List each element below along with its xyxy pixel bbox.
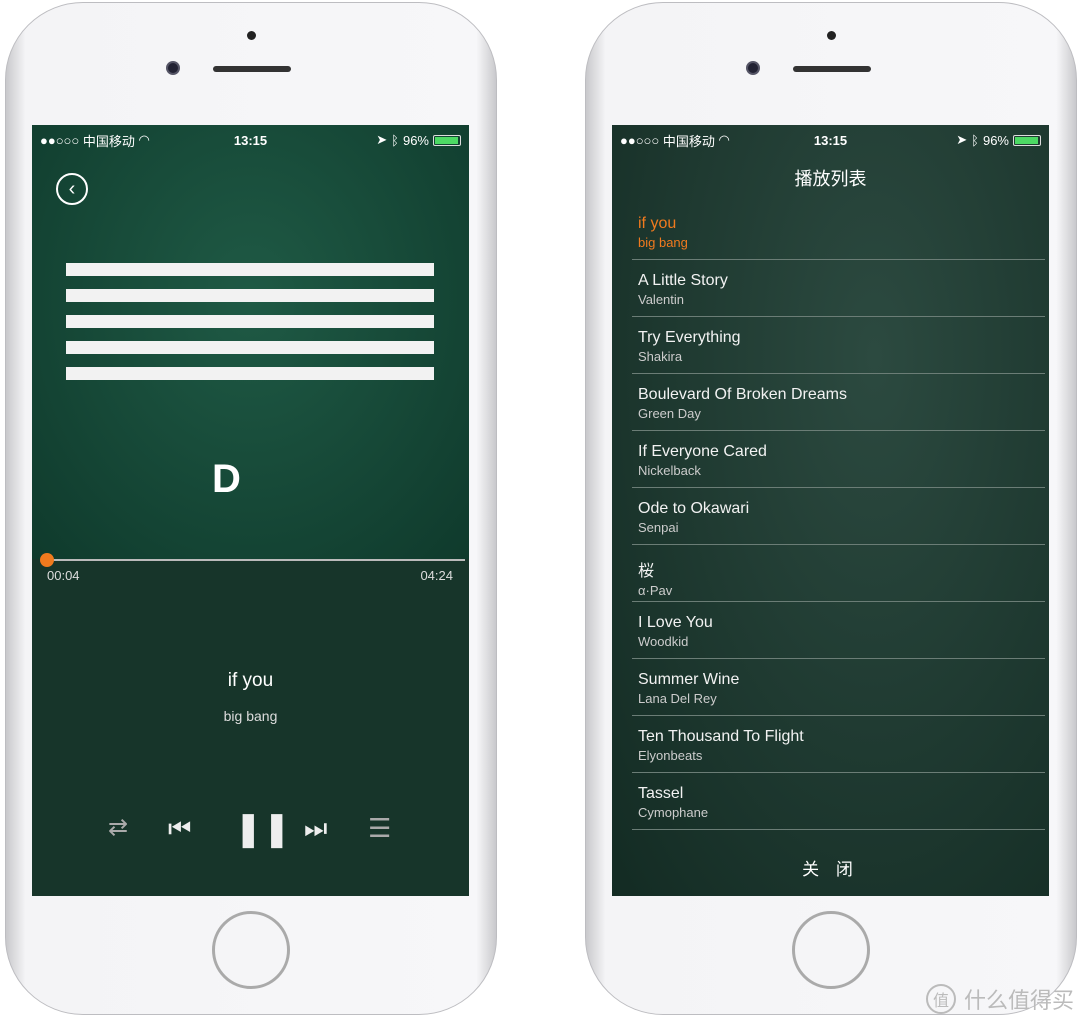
- previous-button[interactable]: ⏮: [168, 813, 191, 845]
- status-bar: ●●○○○ 中国移动 ◠ 13:15 ➤ ᛒ 96%: [612, 125, 1049, 155]
- track-artist: α·Pav: [638, 583, 673, 598]
- battery-percent: 96%: [982, 132, 1009, 148]
- playlist-item[interactable]: If Everyone Cared Nickelback: [632, 431, 1045, 488]
- album-art: D: [32, 125, 469, 559]
- earpiece: [793, 66, 871, 72]
- track-artist: Cymophane: [638, 805, 709, 820]
- album-stripes: [66, 263, 434, 393]
- watermark-text: 什么值得买: [963, 988, 1074, 1013]
- home-button[interactable]: [792, 911, 870, 989]
- playlist-item[interactable]: Tassel Cymophane: [632, 773, 1045, 830]
- carrier: 中国移动: [662, 133, 715, 149]
- location-icon: ➤: [376, 132, 388, 147]
- track-name: 桜: [638, 563, 655, 580]
- wifi-icon: ◠: [138, 132, 150, 147]
- battery-icon: [433, 134, 461, 146]
- front-camera: [166, 61, 180, 75]
- track-artist: Senpai: [638, 520, 679, 535]
- track-name: Ten Thousand To Flight: [638, 728, 804, 745]
- track-name: Boulevard Of Broken Dreams: [638, 386, 847, 403]
- track-artist: big bang: [638, 235, 688, 250]
- earpiece: [213, 66, 291, 72]
- track-name: Summer Wine: [638, 671, 740, 688]
- status-bar: ●●○○○ 中国移动 ◠ 13:15 ➤ ᛒ 96%: [32, 125, 469, 155]
- sensor: [247, 31, 256, 40]
- track-artist: Shakira: [638, 349, 683, 364]
- watermark: 值什么值得买: [925, 983, 1074, 1015]
- back-button[interactable]: ‹: [56, 173, 88, 205]
- playlist-item[interactable]: Summer Wine Lana Del Rey: [632, 659, 1045, 716]
- song-title: if you: [227, 670, 274, 691]
- track-name: Try Everything: [638, 329, 741, 346]
- track-artist: Green Day: [638, 406, 701, 421]
- front-camera: [746, 61, 760, 75]
- sensor: [827, 31, 836, 40]
- track-artist: Lana Del Rey: [638, 691, 717, 706]
- phone-right: ●●○○○ 中国移动 ◠ 13:15 ➤ ᛒ 96% 播放列表 if you big …: [585, 2, 1077, 1015]
- phone-left: D ●●○○○ 中国移动 ◠ 13:15 ➤ ᛒ 96% ‹ 00:04 04:24…: [5, 2, 497, 1015]
- home-button[interactable]: [212, 911, 290, 989]
- bluetooth-icon: ᛒ: [971, 132, 979, 148]
- close-button[interactable]: 关 闭: [612, 855, 1049, 880]
- playlist-item[interactable]: A Little Story Valentin: [632, 260, 1045, 317]
- playlist-item[interactable]: Ode to Okawari Senpai: [632, 488, 1045, 545]
- track-artist: Elyonbeats: [638, 748, 703, 763]
- battery-icon: [1013, 134, 1041, 146]
- track-artist: Nickelback: [638, 463, 701, 478]
- track-name: if you: [638, 215, 677, 232]
- track-name: Tassel: [638, 785, 684, 802]
- playlist-item[interactable]: Ten Thousand To Flight Elyonbeats: [632, 716, 1045, 773]
- playlist-item[interactable]: 桜 α·Pav: [632, 545, 1045, 602]
- track-name: If Everyone Cared: [638, 443, 767, 460]
- watermark-badge: 值: [925, 984, 956, 1014]
- track-artist: Valentin: [638, 292, 685, 307]
- progress-knob[interactable]: [40, 553, 54, 567]
- track-name: A Little Story: [638, 272, 728, 289]
- elapsed-time: 00:04: [47, 568, 80, 583]
- player-screen: D ●●○○○ 中国移动 ◠ 13:15 ➤ ᛒ 96% ‹ 00:04 04:24…: [32, 125, 469, 896]
- playlist: if you big bang A Little Story Valentin Try …: [632, 203, 1045, 830]
- album-logo: D: [212, 457, 241, 501]
- location-icon: ➤: [956, 132, 968, 147]
- song-artist: big bang: [223, 708, 278, 724]
- carrier: 中国移动: [82, 133, 135, 149]
- playlist-item[interactable]: if you big bang: [632, 203, 1045, 260]
- playlist-item[interactable]: Try Everything Shakira: [632, 317, 1045, 374]
- track-name: I Love You: [638, 614, 713, 631]
- progress-bar[interactable]: [46, 559, 465, 561]
- playlist-item[interactable]: Boulevard Of Broken Dreams Green Day: [632, 374, 1045, 431]
- playlist-button[interactable]: ☰: [368, 813, 391, 844]
- playlist-screen: ●●○○○ 中国移动 ◠ 13:15 ➤ ᛒ 96% 播放列表 if you big …: [612, 125, 1049, 896]
- next-button[interactable]: ⏭: [304, 813, 327, 845]
- track-name: Ode to Okawari: [638, 500, 750, 517]
- duration: 04:24: [420, 568, 453, 583]
- playlist-title: 播放列表: [794, 169, 867, 189]
- pause-button[interactable]: ❚❚: [234, 809, 291, 849]
- playlist-item[interactable]: I Love You Woodkid: [632, 602, 1045, 659]
- signal: ●●○○○: [620, 132, 660, 148]
- repeat-icon[interactable]: ⇄: [108, 813, 128, 842]
- wifi-icon: ◠: [718, 132, 730, 147]
- track-artist: Woodkid: [638, 634, 689, 649]
- battery-percent: 96%: [402, 132, 429, 148]
- signal: ●●○○○: [40, 132, 80, 148]
- bluetooth-icon: ᛒ: [391, 132, 399, 148]
